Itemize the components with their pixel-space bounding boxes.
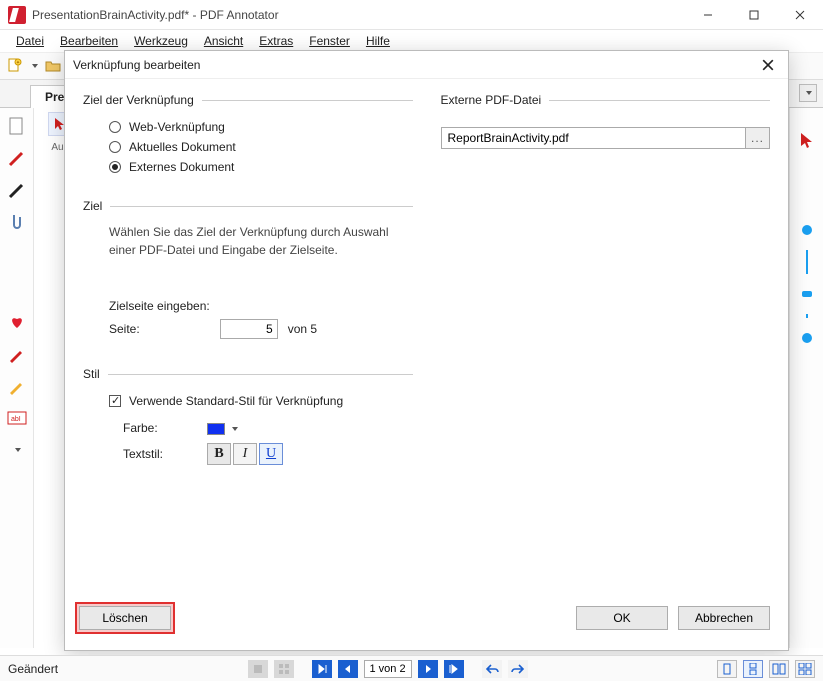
page-number-input[interactable] bbox=[364, 660, 412, 678]
menu-werkzeug[interactable]: Werkzeug bbox=[126, 32, 196, 50]
connector-mid-node-icon[interactable] bbox=[795, 282, 819, 306]
target-help-text: Wählen Sie das Ziel der Verknüpfung durc… bbox=[83, 223, 413, 259]
checkbox-label: Verwende Standard-Stil für Verknüpfung bbox=[129, 394, 343, 408]
textstyle-label: Textstil: bbox=[123, 447, 183, 461]
nav-thumb-multi-icon[interactable] bbox=[274, 660, 294, 678]
underline-button[interactable]: U bbox=[259, 443, 283, 465]
highlighter-icon[interactable] bbox=[5, 374, 29, 398]
radio-current-document[interactable]: Aktuelles Dokument bbox=[83, 137, 413, 157]
more-tools-icon[interactable] bbox=[5, 438, 29, 462]
dialog-footer: Löschen OK Abbrechen bbox=[65, 598, 788, 650]
dialog-titlebar: Verknüpfung bearbeiten bbox=[65, 51, 788, 79]
menu-fenster[interactable]: Fenster bbox=[301, 32, 358, 50]
radio-icon bbox=[109, 161, 121, 173]
use-default-style-checkbox[interactable]: Verwende Standard-Stil für Verknüpfung bbox=[83, 391, 413, 411]
dialog-right-column: Externe PDF-Datei ... bbox=[441, 93, 771, 592]
dialog-close-button[interactable] bbox=[756, 53, 780, 77]
nav-next-page-button[interactable] bbox=[418, 660, 438, 678]
nav-prev-page-button[interactable] bbox=[338, 660, 358, 678]
connector-line bbox=[806, 250, 808, 274]
menu-extras[interactable]: Extras bbox=[251, 32, 301, 50]
status-changed-label: Geändert bbox=[8, 662, 58, 676]
cancel-button[interactable]: Abbrechen bbox=[678, 606, 770, 630]
window-title: PresentationBrainActivity.pdf* - PDF Ann… bbox=[32, 8, 685, 22]
group-target: Ziel bbox=[83, 199, 413, 213]
color-label: Farbe: bbox=[123, 421, 183, 435]
bold-button[interactable]: B bbox=[207, 443, 231, 465]
radio-web-link[interactable]: Web-Verknüpfung bbox=[83, 117, 413, 137]
window-titlebar: PresentationBrainActivity.pdf* - PDF Ann… bbox=[0, 0, 823, 30]
group-link-target-type: Ziel der Verknüpfung bbox=[83, 93, 413, 107]
new-document-button[interactable]: ✦ bbox=[4, 55, 26, 77]
checkbox-icon bbox=[109, 395, 121, 407]
group-style: Stil bbox=[83, 367, 413, 381]
dialog-title: Verknüpfung bearbeiten bbox=[73, 58, 756, 72]
new-document-dropdown[interactable] bbox=[32, 64, 38, 68]
window-close-button[interactable] bbox=[777, 0, 823, 30]
view-two-page-continuous-button[interactable] bbox=[795, 660, 815, 678]
open-folder-button[interactable] bbox=[42, 55, 64, 77]
radio-icon bbox=[109, 141, 121, 153]
connector-bottom-node-icon[interactable] bbox=[795, 326, 819, 350]
tab-overflow-button[interactable] bbox=[799, 84, 817, 102]
connector-line2 bbox=[806, 314, 808, 318]
page-label: Seite: bbox=[109, 322, 140, 336]
edit-link-dialog: Verknüpfung bearbeiten Ziel der Verknüpf… bbox=[64, 50, 789, 651]
pen-tool-icon[interactable] bbox=[5, 342, 29, 366]
nav-back-button[interactable] bbox=[482, 660, 502, 678]
nav-last-page-button[interactable] bbox=[444, 660, 464, 678]
style-color-row: Farbe: bbox=[83, 421, 413, 435]
group-external-file: Externe PDF-Datei bbox=[441, 93, 771, 107]
style-textstyle-row: Textstil: B I U bbox=[83, 443, 413, 465]
nav-thumb-single-icon[interactable] bbox=[248, 660, 268, 678]
statusbar: Geändert bbox=[0, 655, 823, 681]
italic-button[interactable]: I bbox=[233, 443, 257, 465]
radio-icon bbox=[109, 121, 121, 133]
view-two-page-button[interactable] bbox=[769, 660, 789, 678]
target-page-row: Seite: von 5 bbox=[83, 319, 413, 339]
svg-text:✦: ✦ bbox=[16, 60, 20, 66]
menu-ansicht[interactable]: Ansicht bbox=[196, 32, 251, 50]
radio-label: Aktuelles Dokument bbox=[129, 140, 236, 154]
radio-external-document[interactable]: Externes Dokument bbox=[83, 157, 413, 177]
color-dropdown-icon[interactable] bbox=[232, 427, 238, 431]
heart-icon[interactable] bbox=[5, 310, 29, 334]
window-maximize-button[interactable] bbox=[731, 0, 777, 30]
target-page-label: Zielseite eingeben: bbox=[83, 299, 413, 313]
ok-button[interactable]: OK bbox=[576, 606, 668, 630]
menu-bearbeiten[interactable]: Bearbeiten bbox=[52, 32, 126, 50]
delete-button[interactable]: Löschen bbox=[79, 606, 171, 630]
right-tool-strip bbox=[789, 108, 823, 648]
nav-first-page-button[interactable] bbox=[312, 660, 332, 678]
view-continuous-button[interactable] bbox=[743, 660, 763, 678]
browse-external-file-button[interactable]: ... bbox=[746, 127, 770, 149]
left-tool-strip: abI bbox=[0, 108, 34, 648]
page-icon[interactable] bbox=[5, 114, 29, 138]
menu-datei[interactable]: Datei bbox=[8, 32, 52, 50]
pen-red-icon[interactable] bbox=[5, 146, 29, 170]
attachment-icon[interactable] bbox=[5, 210, 29, 234]
connector-top-node-icon[interactable] bbox=[795, 218, 819, 242]
window-minimize-button[interactable] bbox=[685, 0, 731, 30]
target-page-input[interactable] bbox=[220, 319, 278, 339]
radio-label: Externes Dokument bbox=[129, 160, 234, 174]
pen-black-icon[interactable] bbox=[5, 178, 29, 202]
dialog-left-column: Ziel der Verknüpfung Web-Verknüpfung Akt… bbox=[83, 93, 413, 592]
menubar: Datei Bearbeiten Werkzeug Ansicht Extras… bbox=[0, 30, 823, 52]
link-color-swatch[interactable] bbox=[207, 423, 225, 435]
svg-text:abI: abI bbox=[11, 416, 21, 423]
menu-hilfe[interactable]: Hilfe bbox=[358, 32, 398, 50]
cursor-icon[interactable] bbox=[795, 128, 819, 152]
nav-forward-button[interactable] bbox=[508, 660, 528, 678]
view-single-page-button[interactable] bbox=[717, 660, 737, 678]
radio-label: Web-Verknüpfung bbox=[129, 120, 225, 134]
page-total: von 5 bbox=[288, 322, 317, 336]
external-file-path-input[interactable] bbox=[441, 127, 747, 149]
text-box-icon[interactable]: abI bbox=[5, 406, 29, 430]
app-icon bbox=[8, 6, 26, 24]
